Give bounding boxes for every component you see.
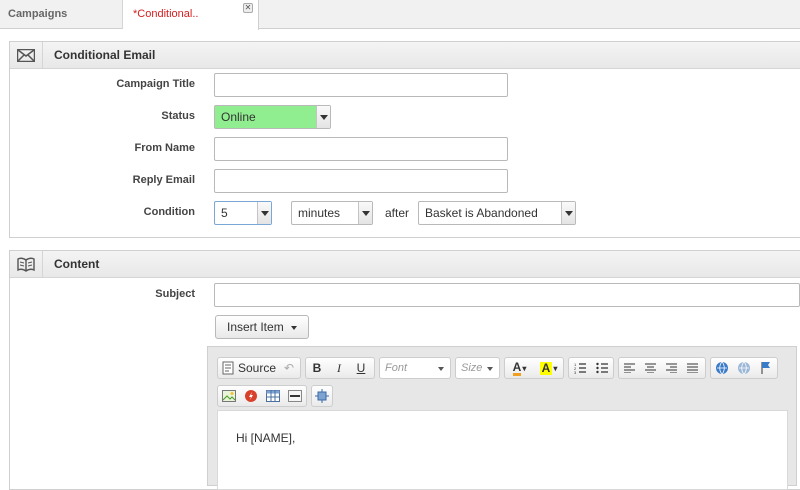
from-name-label: From Name (134, 142, 195, 154)
subject-label: Subject (155, 288, 195, 300)
svg-text:3: 3 (574, 370, 577, 374)
toolbar-list-group: 123 (568, 357, 614, 379)
panel-title: Content (54, 257, 100, 271)
caret-down-icon (291, 325, 298, 330)
status-label: Status (161, 110, 195, 122)
condition-amount-select[interactable]: 5 (214, 201, 272, 225)
text-color-button[interactable]: A ▾ (505, 358, 534, 378)
status-select[interactable]: Online (214, 105, 331, 129)
condition-label: Condition (143, 206, 195, 218)
chevron-down-icon (561, 202, 575, 224)
editor-content-area[interactable]: Hi [NAME], (217, 410, 788, 490)
condition-unit-select[interactable]: minutes (291, 201, 373, 225)
toolbar-color-group: A ▾ A ▾ (504, 357, 564, 379)
font-select[interactable]: Font (379, 357, 451, 379)
toolbar-source-group: Source ↶ (217, 357, 301, 379)
chevron-down-icon (316, 106, 330, 128)
flash-icon[interactable] (240, 386, 262, 406)
condition-after-text: after (385, 206, 410, 220)
unlink-icon[interactable] (733, 358, 755, 378)
align-right-icon[interactable] (661, 358, 682, 378)
numbered-list-icon[interactable]: 123 (569, 358, 591, 378)
bullet-list-icon[interactable] (591, 358, 613, 378)
status-value: Online (221, 110, 256, 124)
tab-campaigns[interactable]: Campaigns (0, 0, 123, 29)
editor-body-text: Hi [NAME], (236, 431, 296, 445)
insert-item-label: Insert Item (227, 320, 284, 334)
align-justify-icon[interactable] (682, 358, 703, 378)
bold-button[interactable]: B (306, 358, 328, 378)
source-button[interactable]: Source (218, 358, 280, 378)
toolbar-maximize-group (311, 385, 333, 407)
source-label: Source (238, 361, 277, 375)
toolbar-link-group (710, 357, 778, 379)
text-color-icon: A (512, 359, 522, 376)
subject-input[interactable] (214, 283, 800, 307)
font-placeholder: Font (385, 362, 408, 374)
reply-email-input[interactable] (214, 169, 508, 193)
condition-amount-value: 5 (221, 206, 228, 220)
toolbar-format-group: B I U (305, 357, 375, 379)
toolbar-insert-group (217, 385, 307, 407)
campaign-title-input[interactable] (214, 73, 508, 97)
tab-bar: Campaigns *Conditional.. ✕ (0, 0, 800, 30)
underline-button[interactable]: U (350, 358, 372, 378)
anchor-flag-icon[interactable] (755, 358, 777, 378)
condition-unit-value: minutes (298, 206, 341, 220)
condition-trigger-value: Basket is Abandoned (425, 206, 538, 220)
close-icon[interactable]: ✕ (243, 3, 253, 13)
size-placeholder: Size (461, 362, 483, 374)
horizontal-rule-icon[interactable] (284, 386, 306, 406)
italic-button[interactable]: I (328, 358, 350, 378)
panel-header: Content (10, 251, 800, 278)
undo-icon[interactable]: ↶ (280, 358, 298, 378)
chevron-down-icon (487, 367, 493, 371)
highlight-icon: A (539, 360, 553, 375)
table-icon[interactable] (262, 386, 284, 406)
align-left-icon[interactable] (619, 358, 640, 378)
panel-header: Conditional Email (10, 42, 800, 69)
book-icon (10, 251, 43, 277)
chevron-down-icon (438, 367, 444, 371)
size-select[interactable]: Size (455, 357, 500, 379)
link-icon[interactable] (711, 358, 733, 378)
rich-text-editor: Source ↶ B I U Font Size A ▾ A ▾ 123 Hi … (207, 346, 797, 490)
condition-trigger-select[interactable]: Basket is Abandoned (418, 201, 576, 225)
align-center-icon[interactable] (640, 358, 661, 378)
chevron-down-icon (358, 202, 372, 224)
tab-conditional[interactable]: *Conditional.. ✕ (123, 0, 259, 30)
reply-email-label: Reply Email (132, 174, 195, 186)
toolbar-align-group (618, 357, 706, 379)
from-name-input[interactable] (214, 137, 508, 161)
bg-color-button[interactable]: A ▾ (534, 358, 563, 378)
maximize-icon[interactable] (312, 386, 332, 406)
chevron-down-icon (257, 202, 271, 224)
tab-conditional-label: *Conditional.. (133, 8, 199, 20)
panel-title: Conditional Email (54, 48, 156, 62)
envelope-icon (10, 42, 43, 68)
document-icon (222, 361, 234, 375)
image-icon[interactable] (218, 386, 240, 406)
insert-item-button[interactable]: Insert Item (215, 315, 310, 339)
campaign-title-label: Campaign Title (116, 78, 195, 90)
